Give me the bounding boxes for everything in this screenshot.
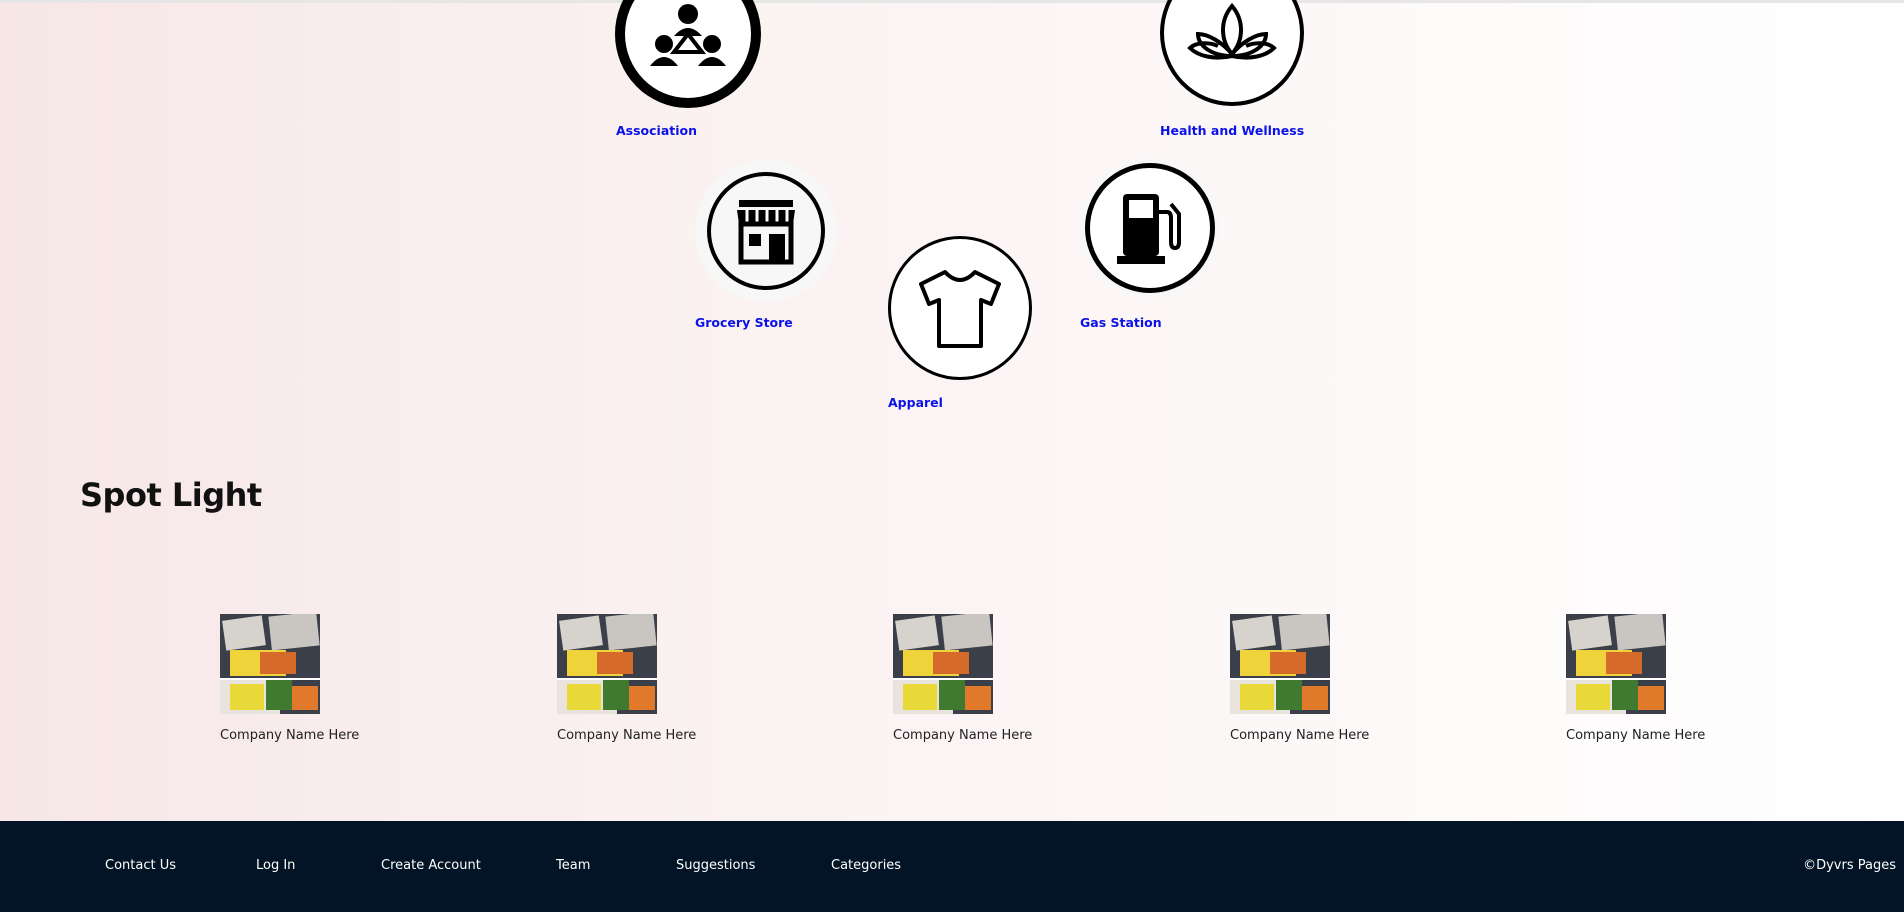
- company-thumbnail[interactable]: [893, 614, 993, 714]
- footer-link-categories[interactable]: Categories: [831, 858, 901, 873]
- lotus-icon[interactable]: [1160, 0, 1304, 106]
- tshirt-icon[interactable]: [888, 236, 1032, 380]
- spotlight-card[interactable]: Company Name Here: [1566, 614, 1766, 743]
- footer-link-create-account[interactable]: Create Account: [381, 858, 481, 873]
- copyright-text: ©Dyvrs Pages: [1803, 858, 1896, 873]
- company-thumbnail[interactable]: [1230, 614, 1330, 714]
- category-link-grocery-store[interactable]: Grocery Store: [695, 315, 793, 330]
- category-link-health-and-wellness[interactable]: Health and Wellness: [1160, 123, 1304, 138]
- gas-pump-icon[interactable]: [1080, 158, 1220, 298]
- category-link-apparel[interactable]: Apparel: [888, 395, 943, 410]
- footer-link-log-in[interactable]: Log In: [256, 858, 295, 873]
- company-name[interactable]: Company Name Here: [220, 728, 420, 743]
- company-name[interactable]: Company Name Here: [1230, 728, 1430, 743]
- spotlight-card[interactable]: Company Name Here: [893, 614, 1093, 743]
- company-name[interactable]: Company Name Here: [1566, 728, 1766, 743]
- category-link-gas-station[interactable]: Gas Station: [1080, 315, 1162, 330]
- site-footer: Contact Us Log In Create Account Team Su…: [0, 821, 1904, 912]
- storefront-icon[interactable]: [695, 160, 837, 302]
- company-thumbnail[interactable]: [557, 614, 657, 714]
- company-thumbnail[interactable]: [1566, 614, 1666, 714]
- company-name[interactable]: Company Name Here: [893, 728, 1093, 743]
- footer-link-suggestions[interactable]: Suggestions: [676, 858, 755, 873]
- footer-link-contact-us[interactable]: Contact Us: [105, 858, 176, 873]
- footer-link-team[interactable]: Team: [556, 858, 590, 873]
- association-icon[interactable]: [615, 0, 761, 108]
- top-divider: [0, 0, 1904, 3]
- spotlight-title: Spot Light: [80, 476, 262, 514]
- category-link-association[interactable]: Association: [616, 123, 697, 138]
- company-thumbnail[interactable]: [220, 614, 320, 714]
- company-name[interactable]: Company Name Here: [557, 728, 757, 743]
- spotlight-card[interactable]: Company Name Here: [557, 614, 757, 743]
- spotlight-card[interactable]: Company Name Here: [220, 614, 420, 743]
- spotlight-card[interactable]: Company Name Here: [1230, 614, 1430, 743]
